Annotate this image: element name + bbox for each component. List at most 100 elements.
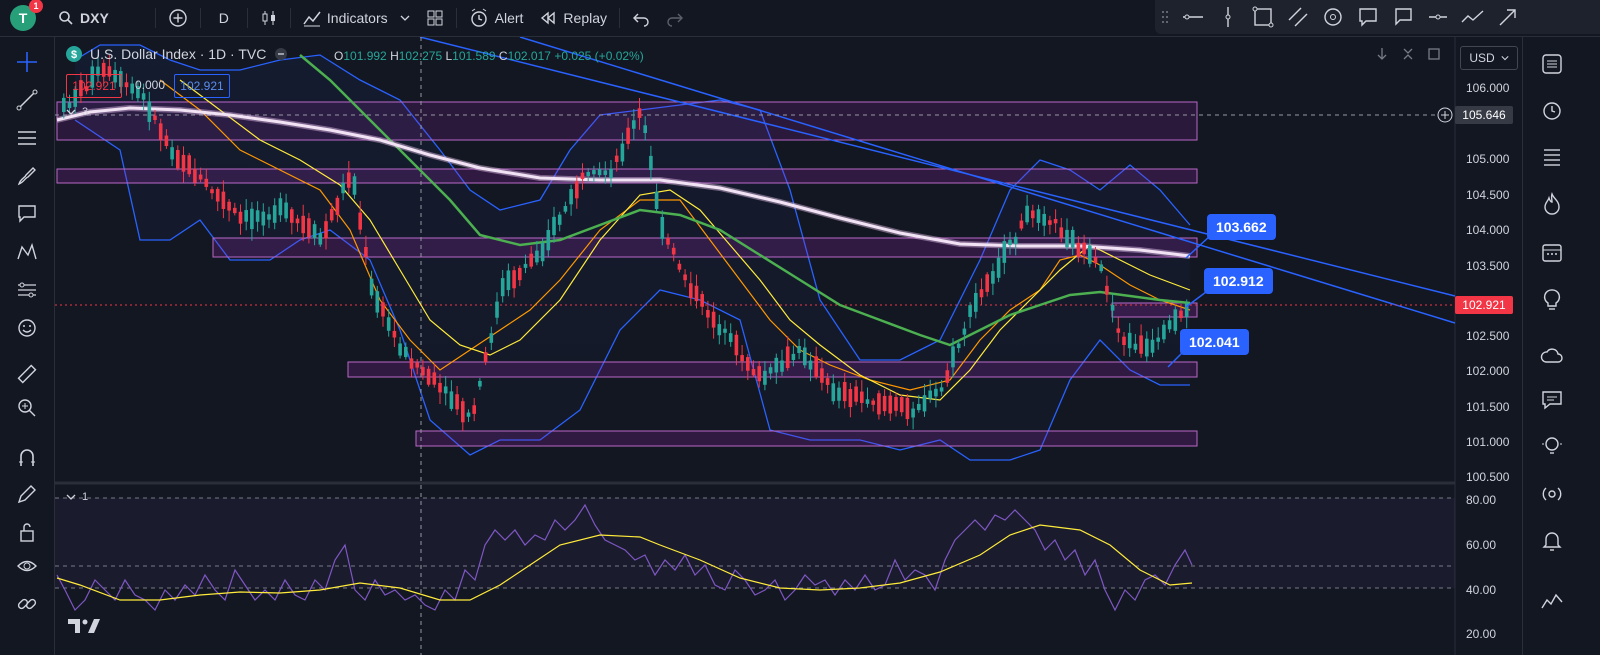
candle-body <box>227 201 231 211</box>
circle-tool[interactable] <box>1315 0 1350 34</box>
arrow-icon <box>1499 9 1516 26</box>
note-tool[interactable] <box>1385 0 1420 34</box>
candle-body <box>233 207 237 214</box>
user-avatar[interactable]: T 1 <box>10 0 43 31</box>
chats-button[interactable] <box>1535 383 1569 417</box>
candle-body <box>1105 285 1109 295</box>
alert-button[interactable]: Alert <box>461 0 532 36</box>
candle-body <box>968 305 972 317</box>
horizontal-ray-tool[interactable] <box>1175 0 1210 34</box>
symbol-search[interactable]: DXY <box>50 0 117 36</box>
indicators-button[interactable]: Indicators <box>295 0 418 36</box>
tradingview-logo[interactable] <box>68 617 102 640</box>
price-chart[interactable] <box>55 37 1520 655</box>
candle-body <box>1042 213 1046 226</box>
candle-body <box>398 343 402 356</box>
chevron-down-icon[interactable] <box>400 13 410 23</box>
keep-drawing-tool[interactable] <box>12 479 42 509</box>
add-alert-plus[interactable] <box>1437 107 1453 123</box>
candle-body <box>671 247 676 255</box>
candle-body <box>466 412 471 417</box>
maximize-pane-icon[interactable] <box>1426 46 1442 62</box>
price-range-tool[interactable] <box>1420 0 1455 34</box>
object-tree-button[interactable] <box>1535 139 1569 173</box>
sell-price-box[interactable]: 102.921 <box>66 74 122 98</box>
calendar-button[interactable] <box>1535 235 1569 269</box>
candle-body <box>569 189 573 205</box>
magnet-icon <box>19 449 35 466</box>
zoom-tool[interactable] <box>12 393 42 423</box>
candle-body <box>740 355 744 362</box>
plus-circle-icon <box>1437 107 1453 123</box>
hotlists-button[interactable] <box>1535 187 1569 221</box>
data-window-button[interactable] <box>1535 585 1569 619</box>
pattern-tool[interactable] <box>12 237 42 267</box>
vertical-line-tool[interactable] <box>1210 0 1245 34</box>
hide-drawings-tool[interactable] <box>12 551 42 581</box>
buy-price-box[interactable]: 102.921 <box>174 74 230 98</box>
notifications-button[interactable] <box>1535 523 1569 557</box>
divider <box>246 8 248 28</box>
candle-body <box>626 127 630 144</box>
brush-tool[interactable] <box>12 161 42 191</box>
trend-line-tool[interactable] <box>12 85 42 115</box>
fib-tool[interactable] <box>12 123 42 153</box>
drag-handle[interactable] <box>1155 0 1175 34</box>
candle-body <box>518 267 522 281</box>
arrow-down-icon[interactable] <box>1374 46 1390 62</box>
candle-body <box>734 334 739 356</box>
text-tool[interactable] <box>12 199 42 229</box>
measure-tool[interactable] <box>12 359 42 389</box>
help-button[interactable] <box>1535 429 1569 463</box>
candle-body <box>791 353 796 360</box>
candle-body <box>1099 264 1103 272</box>
arrow-tool[interactable] <box>1490 0 1525 34</box>
watchlist-button[interactable] <box>1535 47 1569 81</box>
indicators-collapse[interactable]: 3 <box>66 106 88 118</box>
compare-button[interactable] <box>160 0 196 36</box>
currency-selector[interactable]: USD <box>1460 46 1518 70</box>
collapse-legend-icon[interactable] <box>274 47 288 61</box>
chart-title[interactable]: U.S. Dollar Index · 1D · TVC <box>90 46 266 62</box>
callout-pointers <box>1167 235 1211 368</box>
axis-tick: 103.500 <box>1466 259 1510 273</box>
layouts-button[interactable] <box>418 0 452 36</box>
interval-button[interactable]: D <box>205 0 243 36</box>
support-zone-101[interactable] <box>415 430 1198 447</box>
parallel-channel-tool[interactable] <box>1280 0 1315 34</box>
rectangle-tool[interactable] <box>1245 0 1280 34</box>
callout-tool[interactable] <box>1350 0 1385 34</box>
prediction-tool[interactable] <box>12 275 42 305</box>
rsi-indicators-collapse[interactable]: 1 <box>66 491 88 503</box>
path-tool[interactable] <box>1455 0 1490 34</box>
candle-body <box>1070 229 1075 248</box>
candle-body <box>677 263 682 270</box>
candle-body <box>540 242 545 262</box>
support-zone-102[interactable] <box>347 361 1198 378</box>
undo-button[interactable] <box>624 0 658 36</box>
axis-tick: 105.000 <box>1466 152 1510 166</box>
candle-body <box>307 218 311 238</box>
replay-button[interactable]: Replay <box>531 0 615 36</box>
divider <box>154 8 156 28</box>
grip-icon <box>1162 11 1168 23</box>
redo-button[interactable] <box>658 0 692 36</box>
rsi-axis-tick: 40.00 <box>1466 583 1497 597</box>
rsi-axis-tick: 80.00 <box>1466 493 1497 507</box>
candle-body <box>1127 332 1132 349</box>
icon-tool[interactable] <box>12 313 42 343</box>
streams-button[interactable] <box>1535 339 1569 373</box>
alerts-button[interactable] <box>1535 93 1569 127</box>
lock-drawings-tool[interactable] <box>12 517 42 547</box>
crosshair-tool[interactable] <box>12 47 42 77</box>
broadcast-button[interactable] <box>1535 477 1569 511</box>
candle-body <box>404 346 408 358</box>
chart-type-button[interactable] <box>252 0 286 36</box>
candle-body <box>563 206 568 212</box>
magnet-tool[interactable] <box>12 442 42 472</box>
link-tool[interactable] <box>12 589 42 619</box>
collapse-pane-icon[interactable] <box>1400 46 1416 62</box>
candle-body <box>803 347 807 366</box>
candle-body <box>1116 328 1121 333</box>
ideas-button[interactable] <box>1535 283 1569 317</box>
